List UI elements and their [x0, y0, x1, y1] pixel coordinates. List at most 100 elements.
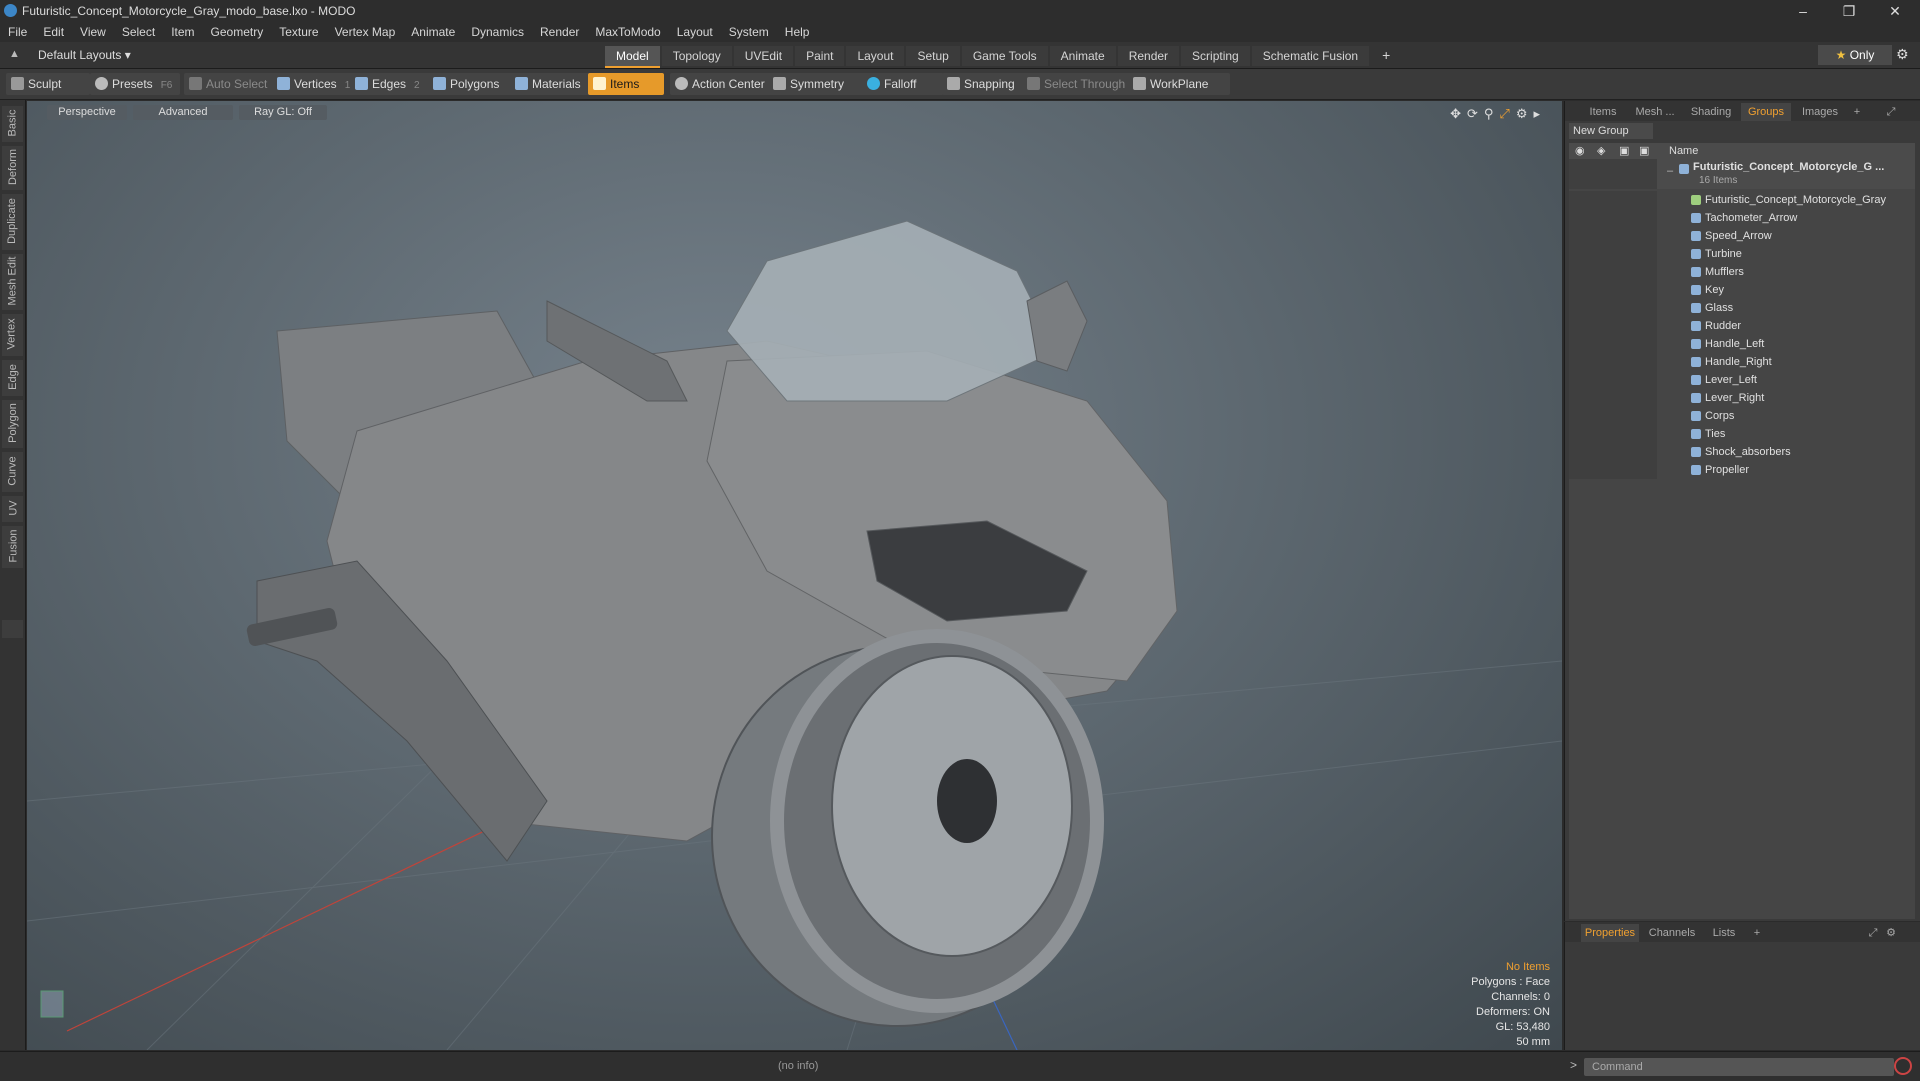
auto-select-button[interactable]: Auto Select: [184, 73, 286, 95]
new-group-button[interactable]: New Group: [1569, 123, 1653, 139]
add-properties-tab-icon[interactable]: +: [1749, 924, 1765, 942]
menu-dynamics[interactable]: Dynamics: [463, 22, 532, 39]
falloff-button[interactable]: Falloff: [862, 73, 944, 95]
expand-panel-icon[interactable]: ⤢: [1883, 103, 1899, 121]
tree-item[interactable]: Glass: [1569, 299, 1915, 317]
symmetry-button[interactable]: Symmetry: [768, 73, 866, 95]
tab-duplicate[interactable]: Duplicate: [2, 194, 23, 250]
gear-icon[interactable]: ⚙: [1896, 46, 1909, 63]
select-col-icon[interactable]: ▣: [1639, 144, 1649, 157]
tab-groups[interactable]: Groups: [1741, 103, 1791, 121]
tab-schematic-fusion[interactable]: Schematic Fusion: [1251, 46, 1370, 66]
polygons-button[interactable]: Polygons: [428, 73, 520, 95]
maximize-icon[interactable]: ❐: [1826, 0, 1872, 22]
tab-edge[interactable]: Edge: [2, 360, 23, 396]
tab-mesh-edit[interactable]: Mesh Edit: [2, 254, 23, 310]
add-tab-icon[interactable]: +: [1371, 45, 1401, 65]
tree-item[interactable]: Tachometer_Arrow: [1569, 209, 1915, 227]
tree-item[interactable]: Speed_Arrow: [1569, 227, 1915, 245]
sculpt-button[interactable]: Sculpt: [6, 73, 90, 95]
menu-view[interactable]: View: [72, 22, 114, 39]
tree-item[interactable]: Propeller: [1569, 461, 1915, 479]
tab-polygon[interactable]: Polygon: [2, 400, 23, 448]
tab-vertex[interactable]: Vertex: [2, 314, 23, 356]
tree-item[interactable]: Handle_Right: [1569, 353, 1915, 371]
tree-item[interactable]: Lever_Left: [1569, 371, 1915, 389]
tab-channels[interactable]: Channels: [1645, 924, 1699, 942]
stop-icon[interactable]: [1894, 1057, 1912, 1075]
close-icon[interactable]: ✕: [1872, 0, 1918, 22]
tree-item[interactable]: Key: [1569, 281, 1915, 299]
tab-animate[interactable]: Animate: [1049, 46, 1116, 66]
tree-item[interactable]: Handle_Left: [1569, 335, 1915, 353]
menu-animate[interactable]: Animate: [403, 22, 463, 39]
presets-button[interactable]: Presets F6: [90, 73, 180, 95]
menu-select[interactable]: Select: [114, 22, 163, 39]
menu-maxtomodo[interactable]: MaxToModo: [587, 22, 668, 39]
menu-system[interactable]: System: [721, 22, 777, 39]
layout-selector[interactable]: Default Layouts ▾: [0, 45, 131, 65]
expand-properties-icon[interactable]: ⤢: [1865, 924, 1881, 942]
readout-polygons: Polygons : Face: [1471, 976, 1550, 988]
tab-mesh[interactable]: Mesh ...: [1629, 103, 1681, 121]
tab-deform[interactable]: Deform: [2, 146, 23, 190]
add-panel-tab-icon[interactable]: +: [1849, 103, 1865, 121]
tree-item[interactable]: Ties: [1569, 425, 1915, 443]
tab-layout[interactable]: Layout: [846, 46, 905, 66]
menu-item[interactable]: Item: [163, 22, 202, 39]
tab-game-tools[interactable]: Game Tools: [961, 46, 1048, 66]
tree-item[interactable]: Rudder: [1569, 317, 1915, 335]
select-through-icon: [1027, 77, 1040, 90]
tab-uv[interactable]: UV: [2, 496, 23, 522]
select-through-button[interactable]: Select Through: [1022, 73, 1142, 95]
tree-item[interactable]: Corps: [1569, 407, 1915, 425]
tab-expand-handle[interactable]: [2, 620, 23, 638]
tab-basic[interactable]: Basic: [2, 106, 23, 142]
menu-file[interactable]: File: [0, 22, 35, 39]
render-col-icon[interactable]: ◈: [1597, 144, 1605, 157]
tab-scripting[interactable]: Scripting: [1181, 46, 1250, 66]
group-name: Futuristic_Concept_Motorcycle_G ...: [1693, 161, 1885, 173]
group-row[interactable]: – Futuristic_Concept_Motorcycle_G ... 16…: [1569, 159, 1915, 189]
menu-texture[interactable]: Texture: [271, 22, 326, 39]
tab-images[interactable]: Images: [1795, 103, 1845, 121]
tab-render[interactable]: Render: [1117, 46, 1180, 66]
tab-shading[interactable]: Shading: [1685, 103, 1737, 121]
edges-button[interactable]: Edges 2: [350, 73, 440, 95]
tab-paint[interactable]: Paint: [795, 46, 845, 66]
tab-properties[interactable]: Properties: [1581, 924, 1639, 942]
menu-help[interactable]: Help: [777, 22, 818, 39]
tab-fusion[interactable]: Fusion: [2, 526, 23, 568]
menu-geometry[interactable]: Geometry: [203, 22, 272, 39]
3d-viewport[interactable]: Perspective Advanced Ray GL: Off ✥⟳⚲⤢⚙▸: [27, 101, 1562, 1050]
tree-item[interactable]: Turbine: [1569, 245, 1915, 263]
tab-model[interactable]: Model: [605, 46, 660, 68]
workplane-button[interactable]: WorkPlane: [1128, 73, 1230, 95]
tree-item[interactable]: Shock_absorbers: [1569, 443, 1915, 461]
tab-uvedit[interactable]: UVEdit: [733, 46, 794, 66]
tree-item[interactable]: Lever_Right: [1569, 389, 1915, 407]
lock-col-icon[interactable]: ▣: [1619, 144, 1629, 157]
action-center-icon: [675, 77, 688, 90]
items-button[interactable]: Items: [588, 73, 664, 95]
only-button[interactable]: ★ Only: [1818, 45, 1892, 65]
menu-layout[interactable]: Layout: [669, 22, 721, 39]
tab-topology[interactable]: Topology: [661, 46, 732, 66]
minimize-icon[interactable]: –: [1780, 0, 1826, 22]
tree-item[interactable]: Futuristic_Concept_Motorcycle_Gray: [1569, 191, 1915, 209]
visibility-col-icon[interactable]: ◉: [1575, 144, 1585, 157]
title-bar: Futuristic_Concept_Motorcycle_Gray_modo_…: [0, 0, 1920, 22]
tab-setup[interactable]: Setup: [906, 46, 960, 66]
tab-curve[interactable]: Curve: [2, 452, 23, 492]
tab-items[interactable]: Items: [1581, 103, 1625, 121]
tree-item[interactable]: Mufflers: [1569, 263, 1915, 281]
collapse-icon[interactable]: –: [1667, 165, 1673, 177]
menu-render[interactable]: Render: [532, 22, 587, 39]
command-input[interactable]: Command: [1584, 1058, 1894, 1076]
menu-edit[interactable]: Edit: [35, 22, 72, 39]
menu-vertex-map[interactable]: Vertex Map: [327, 22, 404, 39]
chevron-down-icon: ▾: [124, 48, 131, 62]
tree-header: ◉ ◈ ▣ ▣ Name: [1569, 143, 1915, 159]
tab-lists[interactable]: Lists: [1705, 924, 1743, 942]
properties-gear-icon[interactable]: ⚙: [1883, 924, 1899, 942]
